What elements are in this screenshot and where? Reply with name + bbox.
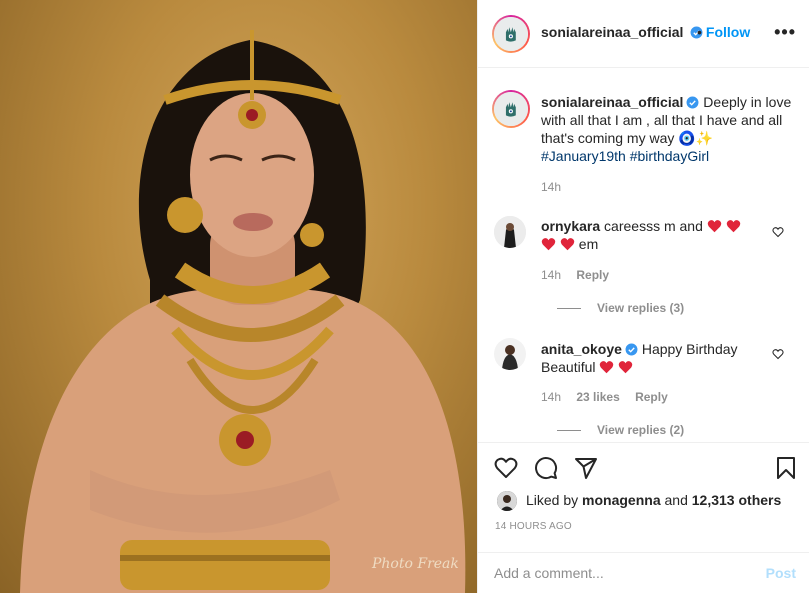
view-replies-label[interactable]: View replies (3) [597, 301, 684, 315]
hashtag-link[interactable]: #birthdayGirl [630, 148, 709, 164]
caption-time[interactable]: 14h [541, 180, 561, 194]
post-actions: Liked by monagenna and 12,313 others 14 … [478, 442, 809, 552]
heart-emoji-icon [560, 238, 575, 251]
comment-time[interactable]: 14h [541, 390, 561, 404]
post-caption: sonialareinaa_official Deeply in love wi… [541, 93, 803, 165]
likes-others[interactable]: 12,313 others [692, 492, 782, 508]
comment-meta: 14h 23 likes Reply [541, 390, 680, 404]
comment-input[interactable] [494, 563, 754, 583]
bookmark-icon[interactable] [774, 456, 798, 480]
replies-divider [557, 308, 581, 310]
comment-icon[interactable] [534, 456, 558, 480]
caption-avatar[interactable] [492, 90, 530, 128]
likes-joiner: and [664, 492, 688, 508]
view-replies-label[interactable]: View replies (2) [597, 423, 684, 437]
likes-summary: Liked by monagenna and 12,313 others [526, 492, 781, 508]
comment-text-tail: em [578, 236, 599, 252]
liker-username[interactable]: monagenna [582, 492, 661, 508]
post-timestamp[interactable]: 14 HOURS AGO [495, 521, 572, 532]
author-username[interactable]: sonialareinaa_official [541, 24, 703, 40]
reply-button[interactable]: Reply [576, 268, 609, 282]
heart-icon[interactable] [494, 456, 518, 480]
commenter-avatar[interactable] [494, 338, 526, 370]
post-side-panel: sonialareinaa_official • Follow ••• sonia… [477, 0, 809, 593]
reply-button[interactable]: Reply [635, 390, 668, 404]
hamsa-icon [506, 27, 516, 42]
commenter-avatar[interactable] [494, 216, 526, 248]
comment-time[interactable]: 14h [541, 268, 561, 282]
share-icon[interactable] [574, 456, 598, 480]
comment-body: anita_okoye Happy Birthday Beautiful [541, 340, 763, 376]
verified-icon [625, 343, 638, 356]
post-photo[interactable]: Photo Freak [0, 0, 477, 593]
hashtag-link[interactable]: #January19th [541, 148, 626, 164]
hamsa-icon [506, 102, 516, 117]
view-replies-button[interactable]: View replies (3) [557, 301, 684, 315]
post-header: sonialareinaa_official • Follow ••• [478, 0, 809, 68]
replies-divider [557, 430, 581, 432]
comment-meta: 14h Reply [541, 268, 621, 282]
add-comment-bar: Post [478, 552, 809, 593]
heart-emoji-icon [707, 220, 722, 233]
like-comment-heart-icon[interactable] [772, 348, 784, 360]
comment-body: ornykara careesss m and em [541, 217, 763, 253]
comment-text: careesss m and [604, 218, 703, 234]
caption-author[interactable]: sonialareinaa_official [541, 94, 683, 110]
follow-label[interactable]: Follow [706, 24, 750, 40]
heart-emoji-icon [619, 361, 633, 374]
more-icon[interactable]: ••• [774, 22, 796, 43]
author-avatar[interactable] [492, 15, 530, 53]
post-comment-button[interactable]: Post [766, 565, 796, 581]
liker-avatar[interactable] [497, 491, 517, 511]
follow-button[interactable]: • Follow [697, 24, 750, 40]
comment-likes[interactable]: 23 likes [576, 390, 619, 404]
heart-emoji-icon [726, 220, 740, 233]
photo-signature: Photo Freak [372, 556, 459, 572]
comment-username[interactable]: ornykara [541, 218, 600, 234]
heart-emoji-icon [600, 361, 614, 374]
author-name-text[interactable]: sonialareinaa_official [541, 24, 683, 40]
like-comment-heart-icon[interactable] [772, 226, 784, 238]
view-replies-button[interactable]: View replies (2) [557, 423, 684, 437]
likes-prefix: Liked by [526, 492, 579, 508]
separator-dot: • [697, 24, 702, 40]
verified-icon [686, 96, 699, 109]
portrait-illustration [20, 30, 466, 593]
comment-username[interactable]: anita_okoye [541, 341, 622, 357]
heart-emoji-icon [541, 238, 556, 251]
